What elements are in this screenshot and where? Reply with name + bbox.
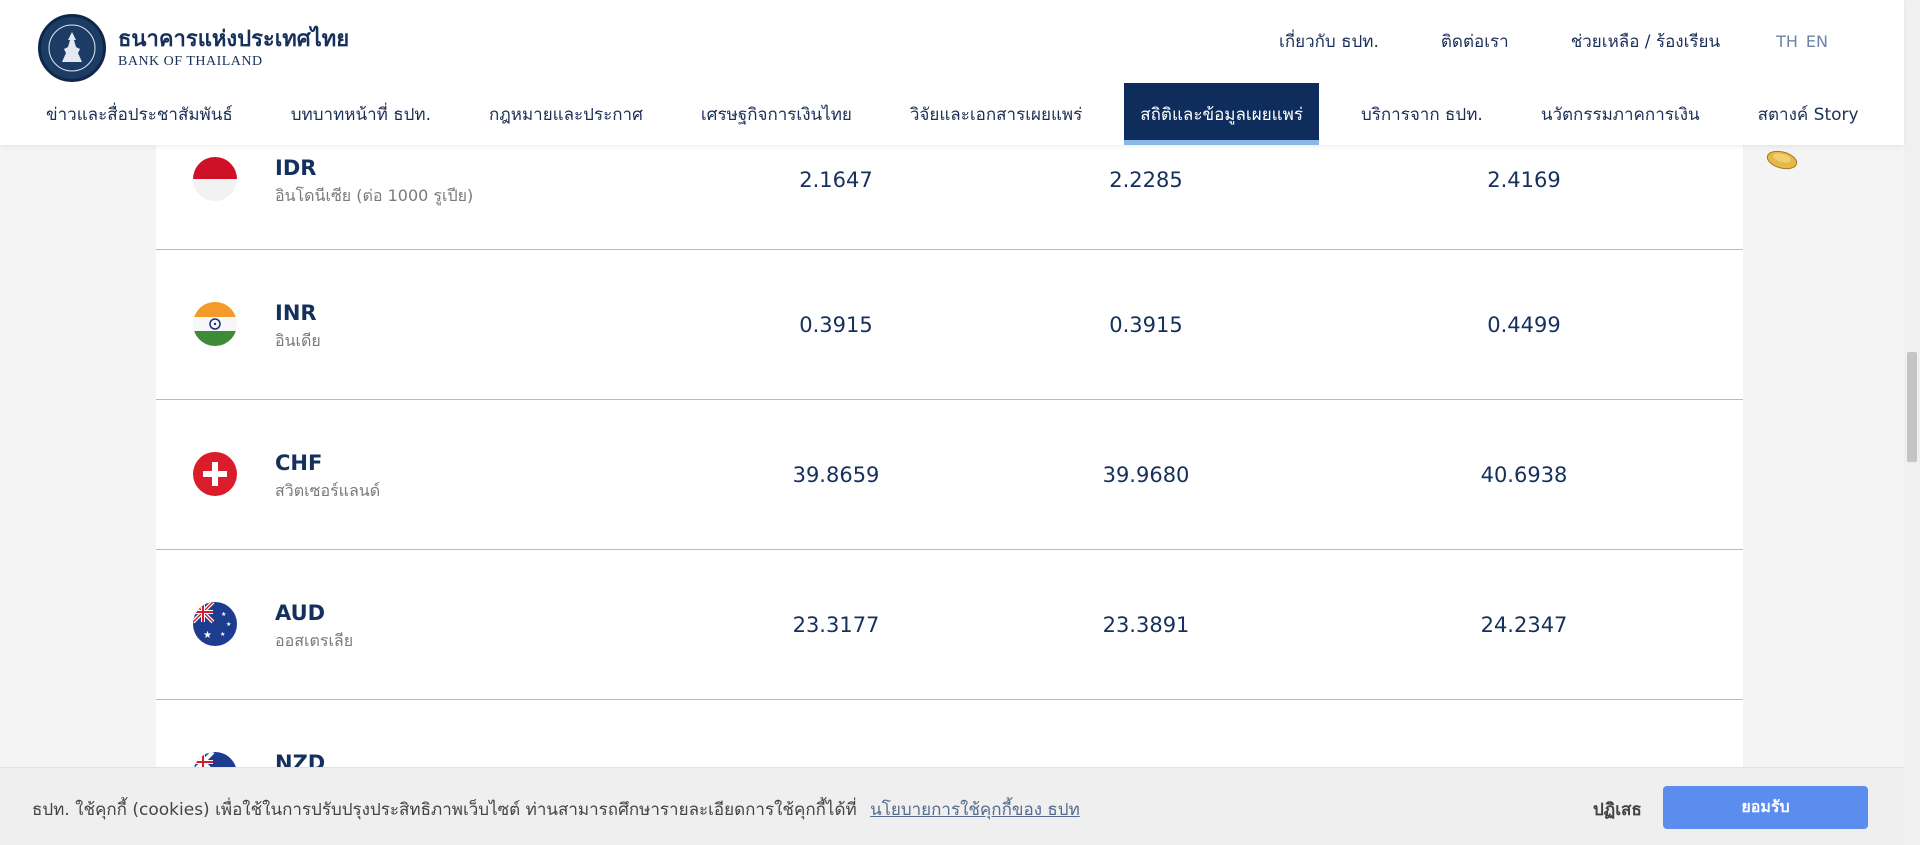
rate-value-2: 0.3915 [1109, 313, 1183, 337]
table-row: ★ ★ ★ ★ AUD ออสเตรเลีย 23.3177 23.3891 2… [156, 550, 1743, 700]
table-row: CHF สวิตเซอร์แลนด์ 39.8659 39.9680 40.69… [156, 400, 1743, 550]
scrollbar-thumb[interactable] [1907, 352, 1917, 462]
currency-code: AUD [275, 601, 326, 625]
exchange-rate-table: IDR อินโดนีเซีย (ต่อ 1000 รูเปีย) 2.1647… [156, 145, 1743, 796]
top-link-help[interactable]: ช่วยเหลือ / ร้องเรียน [1571, 28, 1720, 55]
svg-text:★: ★ [203, 630, 212, 641]
rate-value-1: 0.3915 [799, 313, 873, 337]
nav-item-statistics[interactable]: สถิติและข้อมูลเผยแพร่ [1124, 83, 1319, 145]
top-link-contact[interactable]: ติดต่อเรา [1441, 28, 1509, 55]
currency-name: อินเดีย [275, 331, 321, 350]
reject-cookies-button[interactable]: ปฏิเสธ [1593, 796, 1642, 823]
accept-cookies-button[interactable]: ยอมรับ [1663, 786, 1868, 829]
currency-code: CHF [275, 451, 323, 475]
language-switcher: TH EN [1768, 32, 1828, 51]
rate-value-1: 2.1647 [799, 168, 873, 192]
logo-title-en: BANK OF THAILAND [118, 54, 263, 69]
nav-item-news[interactable]: ข่าวและสื่อประชาสัมพันธ์ [30, 83, 249, 145]
svg-text:★: ★ [226, 621, 231, 628]
nav-item-laws[interactable]: กฎหมายและประกาศ [473, 83, 659, 145]
india-flag-icon [193, 302, 237, 346]
nav-item-research[interactable]: วิจัยและเอกสารเผยแพร่ [894, 83, 1098, 145]
svg-text:★: ★ [221, 611, 226, 618]
australia-flag-icon: ★ ★ ★ ★ [193, 602, 237, 646]
nav-item-roles[interactable]: บทบาทหน้าที่ ธปท. [275, 83, 447, 145]
lang-en[interactable]: EN [1806, 32, 1828, 51]
cookie-message: ธปท. ใช้คุกกี้ (cookies) เพื่อใช้ในการปร… [32, 796, 1080, 823]
main-nav: ข่าวและสื่อประชาสัมพันธ์ บทบาทหน้าที่ ธป… [30, 83, 1901, 145]
rate-value-2: 39.9680 [1102, 463, 1190, 487]
bot-seal-icon [38, 14, 106, 82]
nav-item-services[interactable]: บริการจาก ธปท. [1345, 83, 1499, 145]
rate-value-1: 39.8659 [792, 463, 880, 487]
logo[interactable]: ธนาคารแห่งประเทศไทย BANK OF THAILAND [38, 14, 349, 82]
page-scrollbar[interactable] [1904, 0, 1920, 845]
site-header: ธนาคารแห่งประเทศไทย BANK OF THAILAND เกี… [0, 0, 1904, 145]
top-links: เกี่ยวกับ ธปท. ติดต่อเรา ช่วยเหลือ / ร้อ… [1217, 28, 1828, 55]
indonesia-flag-icon [193, 157, 237, 201]
rate-value-1: 23.3177 [792, 613, 880, 637]
cookie-banner: ธปท. ใช้คุกกี้ (cookies) เพื่อใช้ในการปร… [0, 767, 1904, 845]
nav-item-satang-story[interactable]: สตางค์ Story [1742, 83, 1875, 145]
lang-th[interactable]: TH [1776, 32, 1798, 51]
currency-name: ออสเตรเลีย [275, 631, 354, 650]
table-row: INR อินเดีย 0.3915 0.3915 0.4499 [156, 250, 1743, 400]
top-link-about[interactable]: เกี่ยวกับ ธปท. [1279, 28, 1379, 55]
rate-value-2: 23.3891 [1102, 613, 1190, 637]
rate-value-3: 0.4499 [1487, 313, 1561, 337]
currency-name: สวิตเซอร์แลนด์ [275, 481, 381, 500]
currency-name: อินโดนีเซีย (ต่อ 1000 รูเปีย) [275, 186, 474, 205]
rate-value-3: 40.6938 [1480, 463, 1568, 487]
cookie-policy-link[interactable]: นโยบายการใช้คุกกี้ของ ธปท [870, 800, 1080, 820]
nav-item-fintech[interactable]: นวัตกรรมภาคการเงิน [1525, 83, 1716, 145]
svg-text:★: ★ [220, 631, 225, 638]
rate-value-3: 2.4169 [1487, 168, 1561, 192]
rate-value-2: 2.2285 [1109, 168, 1183, 192]
cookie-message-text: ธปท. ใช้คุกกี้ (cookies) เพื่อใช้ในการปร… [32, 800, 857, 820]
rate-value-3: 24.2347 [1480, 613, 1568, 637]
switzerland-flag-icon [193, 452, 237, 496]
currency-code: IDR [275, 156, 317, 180]
nav-item-economy[interactable]: เศรษฐกิจการเงินไทย [685, 83, 868, 145]
currency-code: INR [275, 301, 317, 325]
logo-title-th: ธนาคารแห่งประเทศไทย [118, 26, 350, 52]
